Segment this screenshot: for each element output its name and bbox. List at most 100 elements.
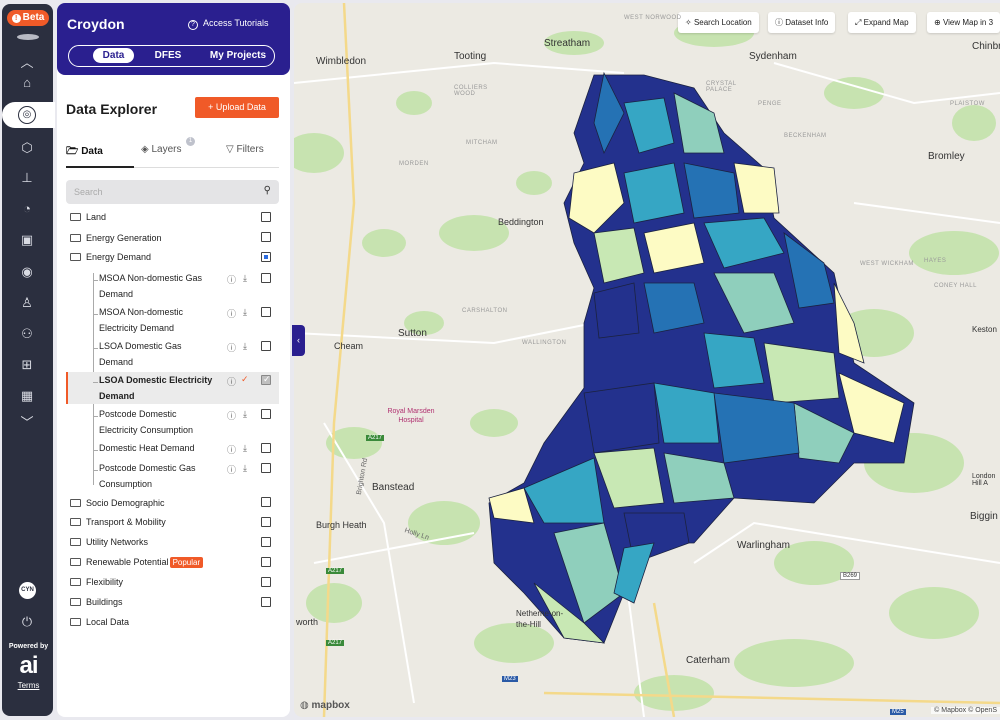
info-icon[interactable]: ⓘ: [227, 273, 236, 286]
checkbox-postcode-dom-elec[interactable]: [261, 409, 271, 419]
search-location-button[interactable]: ✧ Search Location: [678, 12, 759, 33]
tree-folder-utility[interactable]: Utility Networks: [70, 537, 148, 547]
person-icon[interactable]: ♙: [16, 294, 38, 312]
tab-filters-label: Filters: [236, 144, 264, 155]
dataset-postcode-dom-gas[interactable]: Postcode Domestic Gas Consumption: [99, 460, 217, 492]
place-label: London Hill A: [972, 473, 996, 487]
checkbox-energy-demand[interactable]: [261, 252, 271, 262]
gauge-icon[interactable]: ◔: [16, 200, 38, 218]
tab-explorer-layers[interactable]: ◈ Layers: [141, 144, 181, 155]
download-icon[interactable]: ⤓: [243, 273, 247, 284]
info-icon[interactable]: ⓘ: [227, 375, 236, 388]
chevron-up-icon[interactable]: ︿: [16, 54, 38, 72]
search-icon[interactable]: ⚲: [264, 185, 271, 196]
place-label: Wimbledon: [316, 56, 367, 67]
logout-icon[interactable]: ⏻: [16, 613, 38, 631]
checkbox-msoa-nondom-elec[interactable]: [261, 307, 271, 317]
tree-folder-renewable[interactable]: Renewable Potential Popular: [70, 557, 204, 568]
target-icon[interactable]: ◉: [16, 263, 38, 281]
brand-logo: ai: [19, 652, 38, 679]
tab-data[interactable]: Data: [93, 48, 134, 63]
info-icon[interactable]: ⓘ: [227, 463, 236, 476]
checkbox-lsoa-dom-elec[interactable]: [261, 374, 271, 385]
checkbox-energy-generation[interactable]: [261, 232, 271, 242]
tree-folder-flexibility[interactable]: Flexibility: [70, 577, 123, 587]
place-label: MITCHAM: [466, 140, 498, 146]
road-shield: A217: [326, 568, 345, 574]
tree-folder-land[interactable]: Land: [70, 212, 106, 222]
expand-map-button[interactable]: ⤢ Expand Map: [848, 12, 916, 33]
map-canvas[interactable]: ✧ Search Location ⓘ Dataset Info ⤢ Expan…: [294, 3, 1000, 717]
avatar[interactable]: CYN: [19, 582, 36, 599]
mode-switch: Data DFES My Projects: [68, 45, 275, 67]
rail-item-location[interactable]: ◎: [2, 102, 55, 128]
tree-folder-local-data[interactable]: Local Data: [70, 617, 129, 627]
terms-link[interactable]: Terms: [2, 681, 55, 690]
search-placeholder: Search: [74, 187, 103, 197]
search-input[interactable]: Search ⚲: [66, 180, 279, 204]
dataset-lsoa-dom-gas[interactable]: LSOA Domestic Gas Demand: [99, 338, 217, 370]
download-icon[interactable]: ⤓: [243, 443, 247, 454]
chevron-down-icon[interactable]: ﹀: [16, 414, 38, 432]
tree-folder-energy-generation[interactable]: Energy Generation: [70, 233, 162, 243]
info-icon[interactable]: ⓘ: [227, 307, 236, 320]
home-icon[interactable]: ⌂: [16, 74, 38, 92]
map-attribution[interactable]: © Mapbox © OpenS: [931, 707, 1000, 714]
folder-icon: [70, 213, 81, 221]
filter-icon: ▽: [226, 144, 237, 155]
dataset-domestic-heat[interactable]: Domestic Heat Demand: [99, 440, 217, 456]
place-label: CONEY HALL: [934, 283, 977, 289]
checkbox-utility[interactable]: [261, 537, 271, 547]
dataset-lsoa-dom-elec[interactable]: LSOA Domestic Electricity Demand: [99, 372, 217, 404]
checkbox-msoa-nondom-gas[interactable]: [261, 273, 271, 283]
tree-folder-buildings[interactable]: Buildings: [70, 597, 123, 607]
dataset-msoa-nondom-elec[interactable]: MSOA Non-domestic Electricity Demand: [99, 304, 217, 336]
tab-dfes[interactable]: DFES: [143, 48, 193, 63]
info-icon[interactable]: ⓘ: [227, 409, 236, 422]
box-icon[interactable]: ⬡: [16, 139, 38, 157]
checkbox-socio[interactable]: [261, 497, 271, 507]
dataset-msoa-nondom-gas[interactable]: MSOA Non-domestic Gas Demand: [99, 270, 217, 302]
checkbox-land[interactable]: [261, 212, 271, 222]
checkbox-lsoa-dom-gas[interactable]: [261, 341, 271, 351]
building-icon[interactable]: ▦: [16, 387, 38, 405]
tab-explorer-data[interactable]: 🗁 Data: [66, 144, 103, 161]
download-icon[interactable]: ⤓: [243, 307, 247, 318]
checkbox-domestic-heat[interactable]: [261, 443, 271, 453]
dataset-info-button[interactable]: ⓘ Dataset Info: [768, 12, 836, 33]
checkbox-postcode-dom-gas[interactable]: [261, 463, 271, 473]
tab-my-projects[interactable]: My Projects: [203, 48, 273, 63]
dataset-postcode-dom-elec[interactable]: Postcode Domestic Electricity Consumptio…: [99, 406, 217, 438]
layers-icon: ◈: [141, 144, 152, 155]
download-icon[interactable]: ⤓: [243, 409, 247, 420]
calendar-icon[interactable]: ▣: [16, 231, 38, 249]
beta-badge: ! Beta: [7, 10, 49, 26]
checkbox-transport[interactable]: [261, 517, 271, 527]
place-label: Caterham: [686, 655, 730, 666]
network-icon[interactable]: ⊞: [16, 356, 38, 374]
info-icon[interactable]: ⓘ: [227, 443, 236, 456]
folder-label: Land: [86, 212, 107, 222]
collapse-panel-button[interactable]: ‹: [292, 325, 305, 356]
tree-branch: [93, 416, 98, 417]
tab-explorer-filters[interactable]: ▽ Filters: [226, 144, 264, 155]
download-icon[interactable]: ⤓: [243, 463, 247, 474]
tree-folder-transport[interactable]: Transport & Mobility: [70, 517, 166, 527]
view-3d-button[interactable]: ⊕ View Map in 3: [927, 12, 1000, 33]
place-label: WALLINGTON: [522, 340, 567, 346]
tree-folder-energy-demand[interactable]: Energy Demand: [70, 252, 151, 262]
road-shield: B269: [840, 572, 861, 580]
hierarchy-icon[interactable]: ⊥: [16, 169, 38, 187]
checkbox-renewable[interactable]: [261, 557, 271, 567]
tree-folder-socio[interactable]: Socio Demographic: [70, 498, 165, 508]
download-icon[interactable]: ⤓: [243, 341, 247, 352]
checkbox-flexibility[interactable]: [261, 577, 271, 587]
checkbox-buildings[interactable]: [261, 597, 271, 607]
pin-icon: ✧: [685, 18, 694, 27]
mapbox-logo[interactable]: ◍ mapbox: [300, 700, 350, 711]
road-shield: A217: [326, 640, 345, 646]
group-icon[interactable]: ⚇: [16, 325, 38, 343]
access-tutorials-link[interactable]: ? Access Tutorials: [188, 18, 269, 30]
info-icon[interactable]: ⓘ: [227, 341, 236, 354]
upload-data-button[interactable]: + Upload Data: [195, 97, 279, 118]
